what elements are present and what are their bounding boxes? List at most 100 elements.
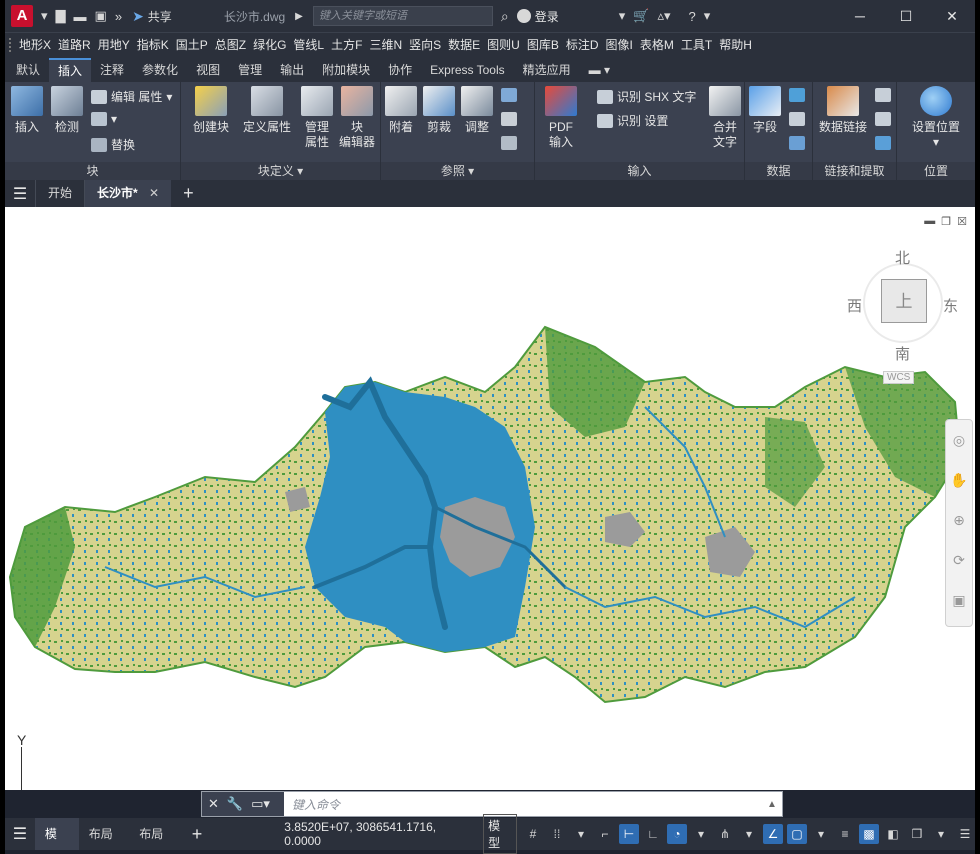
- manage-attributes-button[interactable]: 管理 属性: [299, 86, 335, 150]
- chevron-down-icon[interactable]: ▾: [811, 824, 831, 844]
- restore-viewport-icon[interactable]: ❐: [941, 215, 951, 228]
- ole-object-button[interactable]: [789, 112, 805, 126]
- block-editor-button[interactable]: 块 编辑器: [337, 86, 377, 150]
- menu-item-land[interactable]: 国土P: [176, 36, 208, 53]
- tab-collaborate[interactable]: 协作: [379, 58, 421, 82]
- update-fields-button[interactable]: [789, 88, 805, 102]
- new-tab-button[interactable]: +: [171, 183, 206, 204]
- minimize-viewport-icon[interactable]: ▬: [924, 215, 935, 228]
- orbit-icon[interactable]: ⟳: [946, 540, 972, 580]
- close-viewport-icon[interactable]: ☒: [957, 215, 967, 228]
- login-button[interactable]: 登录: [516, 8, 559, 25]
- upload-to-source-button[interactable]: [875, 136, 891, 150]
- tab-addins[interactable]: 附加模块: [313, 58, 379, 82]
- chevron-down-icon[interactable]: ▾: [931, 824, 951, 844]
- pan-icon[interactable]: ✋: [946, 460, 972, 500]
- menu-icon[interactable]: ☰: [5, 184, 35, 204]
- autodesk-icon[interactable]: ▵▾: [657, 8, 670, 24]
- autocad-logo[interactable]: A: [11, 5, 33, 27]
- menu-item-image[interactable]: 图像I: [606, 36, 633, 53]
- dynamic-input-icon[interactable]: ⊢: [619, 824, 639, 844]
- ribbon-state-toggle[interactable]: ▬ ▾: [580, 58, 619, 82]
- viewcube[interactable]: 北 西 东 南 上 WCS: [845, 243, 958, 384]
- showmotion-icon[interactable]: ▣: [946, 580, 972, 620]
- panel-title-block-definition[interactable]: 块定义 ▾: [181, 162, 380, 180]
- detect-button[interactable]: 检测: [49, 86, 85, 135]
- more-icon[interactable]: »: [115, 9, 122, 24]
- field-button[interactable]: 字段: [747, 86, 783, 135]
- ortho-icon[interactable]: ∟: [643, 824, 663, 844]
- insert-button[interactable]: 插入: [9, 86, 45, 135]
- search-input[interactable]: 键入关键字或短语: [312, 6, 493, 26]
- menu-item-data[interactable]: 数据E: [448, 36, 480, 53]
- grid-icon[interactable]: #: [523, 824, 543, 844]
- chevron-down-icon[interactable]: ▾: [691, 824, 711, 844]
- snap-dropdown[interactable]: [501, 136, 517, 150]
- help-dropdown-icon[interactable]: ▾: [704, 8, 711, 24]
- minimize-button[interactable]: ─: [837, 0, 883, 32]
- close-button[interactable]: ✕: [929, 0, 975, 32]
- open-icon[interactable]: ▬: [74, 9, 87, 24]
- object-snap-icon[interactable]: ▢: [787, 824, 807, 844]
- adjust-button[interactable]: 调整: [459, 86, 495, 135]
- layout-menu-icon[interactable]: ☰: [5, 824, 35, 844]
- tab-featured-apps[interactable]: 精选应用: [514, 58, 580, 82]
- menu-item-landuse[interactable]: 用地Y: [98, 36, 130, 53]
- panel-title-block[interactable]: 块: [5, 162, 180, 180]
- menu-item-index[interactable]: 指标K: [137, 36, 169, 53]
- tab-start[interactable]: 开始: [35, 180, 84, 207]
- viewcube-east[interactable]: 东: [943, 295, 958, 316]
- recognize-settings-button[interactable]: 识别 设置: [597, 112, 668, 129]
- set-location-button[interactable]: 设置位置 ▾: [903, 86, 969, 150]
- tab-express-tools[interactable]: Express Tools: [421, 58, 513, 82]
- new-icon[interactable]: ▇: [56, 8, 66, 24]
- isodraft-icon[interactable]: ⋔: [715, 824, 735, 844]
- chevron-up-icon[interactable]: ▲: [762, 799, 782, 810]
- menu-item-general[interactable]: 总图Z: [215, 36, 246, 53]
- menu-item-terrain[interactable]: 地形X: [19, 36, 51, 53]
- tab-view[interactable]: 视图: [187, 58, 229, 82]
- tab-model[interactable]: 模型: [34, 818, 79, 850]
- hyperlink-button[interactable]: [789, 136, 805, 150]
- download-from-source-button[interactable]: [875, 112, 891, 126]
- menu-item-table[interactable]: 表格M: [640, 36, 674, 53]
- lineweight-icon[interactable]: ≡: [835, 824, 855, 844]
- tab-annotate[interactable]: 注释: [91, 58, 133, 82]
- menu-item-pipeline[interactable]: 管线L: [293, 36, 324, 53]
- chevron-down-icon[interactable]: ▾: [739, 824, 759, 844]
- panel-title-import[interactable]: 输入: [535, 162, 744, 180]
- close-icon[interactable]: ✕: [149, 186, 159, 200]
- menu-item-green[interactable]: 绿化G: [253, 36, 286, 53]
- snap-icon[interactable]: ⁞⁞: [547, 824, 567, 844]
- tab-parametric[interactable]: 参数化: [133, 58, 187, 82]
- tab-manage[interactable]: 管理: [229, 58, 271, 82]
- menu-item-road[interactable]: 道路R: [58, 36, 91, 53]
- viewcube-west[interactable]: 西: [847, 295, 862, 316]
- panel-title-link-extract[interactable]: 链接和提取: [813, 162, 896, 180]
- menu-item-3d[interactable]: 三维N: [369, 36, 402, 53]
- model-space-button[interactable]: 模型: [483, 814, 517, 854]
- 3d-osnap-icon[interactable]: ❒: [907, 824, 927, 844]
- tab-default[interactable]: 默认: [7, 58, 49, 82]
- customize-icon[interactable]: 🔧: [227, 796, 243, 812]
- tab-layout1[interactable]: 布局1: [79, 818, 130, 850]
- polar-tracking-icon[interactable]: ◔: [667, 824, 687, 844]
- command-input[interactable]: 键入命令: [284, 796, 762, 813]
- viewcube-south[interactable]: 南: [895, 343, 910, 364]
- clip-button[interactable]: 剪裁: [421, 86, 457, 135]
- menu-item-earthwork[interactable]: 土方F: [331, 36, 362, 53]
- menu-grip[interactable]: [9, 37, 13, 52]
- attach-button[interactable]: 附着: [383, 86, 419, 135]
- share-button[interactable]: ➤ 共享: [132, 8, 172, 25]
- object-snap-tracking-icon[interactable]: ∠: [763, 824, 783, 844]
- frames-dropdown[interactable]: [501, 112, 517, 126]
- menu-item-library[interactable]: 图库B: [527, 36, 559, 53]
- chevron-down-icon[interactable]: ▾: [571, 824, 591, 844]
- help-icon[interactable]: ?: [689, 9, 696, 24]
- tab-document[interactable]: 长沙市* ✕: [84, 180, 172, 207]
- transparency-icon[interactable]: ▩: [859, 824, 879, 844]
- menu-item-plan[interactable]: 图则U: [487, 36, 520, 53]
- block-tools-dropdown[interactable]: ▾: [91, 112, 117, 126]
- tab-layout2[interactable]: 布局2: [129, 818, 180, 850]
- command-history-icon[interactable]: ▭▾: [251, 796, 270, 812]
